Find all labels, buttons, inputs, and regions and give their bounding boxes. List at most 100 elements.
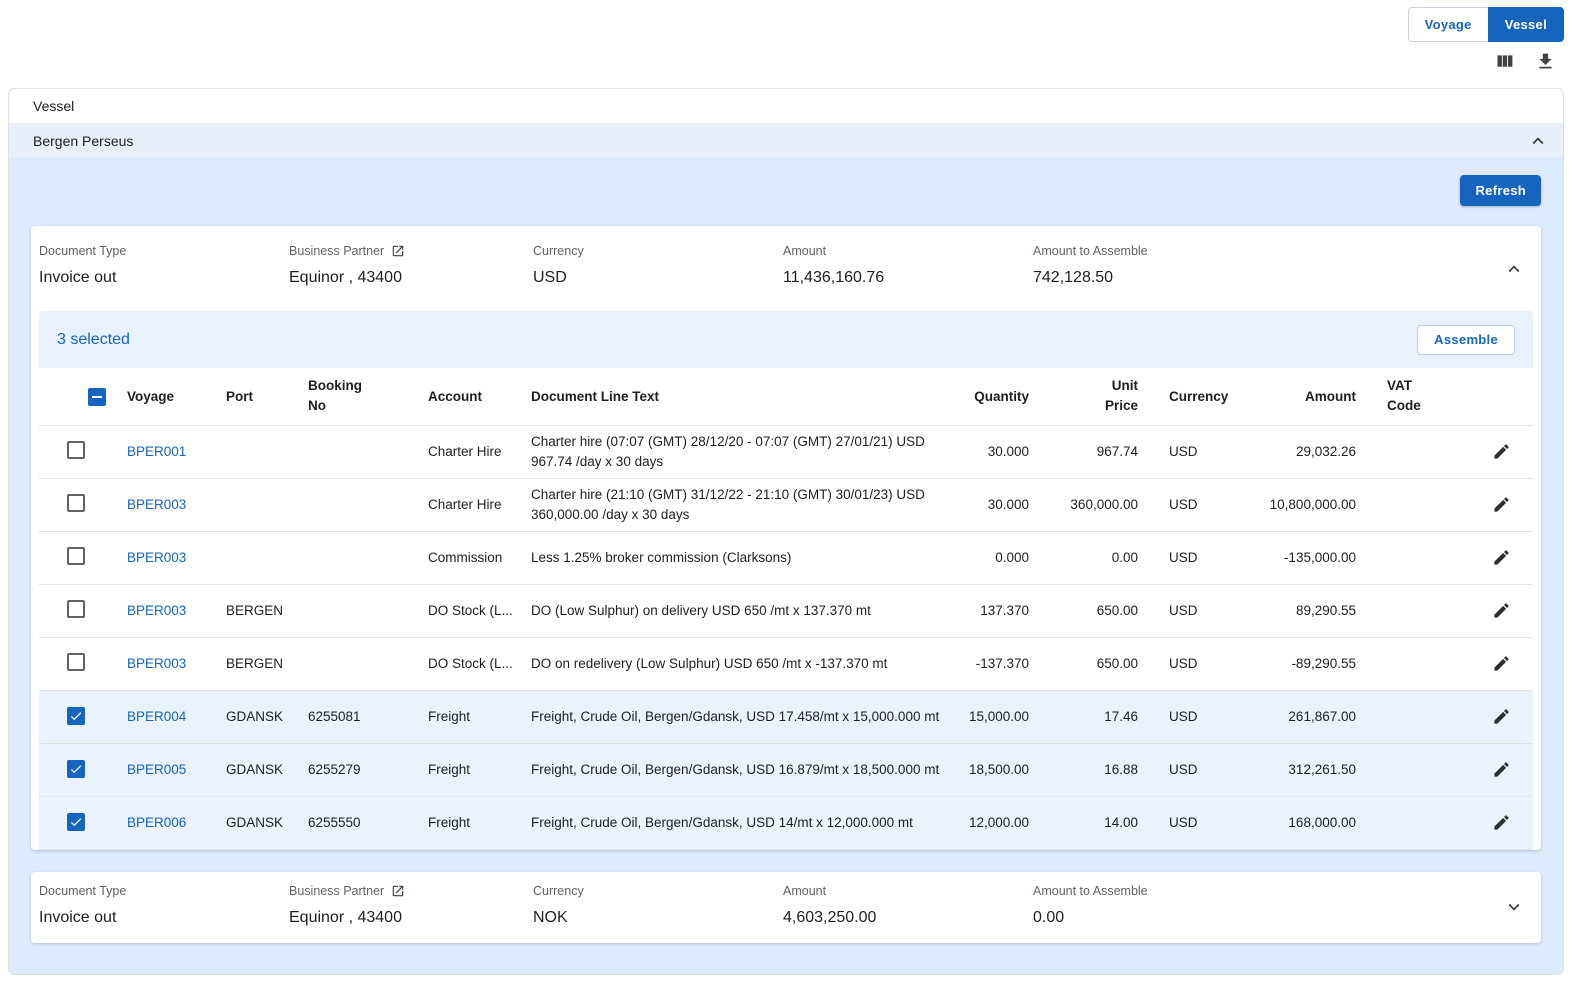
amount-to-assemble-value: 0.00 [1033,909,1533,927]
download-icon[interactable] [1535,51,1556,72]
voyage-link[interactable]: BPER003 [127,497,186,512]
port-cell [226,531,308,584]
vat-code-cell [1356,690,1467,743]
pencil-icon[interactable] [1486,754,1517,785]
document-type-label: Document Type [39,884,289,898]
amount-to-assemble-label: Amount to Assemble [1033,244,1533,258]
vessel-toggle-button[interactable]: Vessel [1488,7,1564,42]
row-checkbox[interactable] [67,441,85,459]
account-cell: Freight [428,796,531,849]
voyage-link[interactable]: BPER003 [127,656,186,671]
voyage-link[interactable]: BPER006 [127,815,186,830]
pencil-icon[interactable] [1486,489,1517,520]
selection-toolbar: 3 selected Assemble [39,311,1533,368]
quantity-cell: 12,000.000 [969,796,1029,849]
pencil-icon[interactable] [1486,436,1517,467]
port-cell: GDANSK [226,743,308,796]
voyage-link[interactable]: BPER003 [127,550,186,565]
account-cell: Freight [428,743,531,796]
chevron-down-icon[interactable] [1503,896,1525,918]
column-header-voyage: Voyage [127,368,226,425]
vessel-section-header[interactable]: Bergen Perseus [9,123,1563,157]
voyage-link[interactable]: BPER005 [127,762,186,777]
pencil-icon[interactable] [1486,807,1517,838]
vat-code-cell [1356,743,1467,796]
select-all-checkbox[interactable] [88,388,106,406]
document-type-label: Document Type [39,244,289,258]
currency-cell: USD [1138,425,1249,478]
chevron-up-icon[interactable] [1527,130,1549,152]
unit-price-cell: 650.00 [1029,637,1138,690]
row-checkbox[interactable] [67,600,85,618]
vat-code-cell [1356,478,1467,531]
open-in-new-icon[interactable] [391,244,405,258]
pencil-icon[interactable] [1486,648,1517,679]
group-summary: Document Type Invoice out Business Partn… [39,226,1533,311]
field-document-type: Document Type Invoice out [39,244,289,287]
page-title: Vessel [9,89,1563,123]
amount-cell: -135,000.00 [1249,531,1356,584]
amount-cell: 261,867.00 [1249,690,1356,743]
quantity-cell: 18,500.000 [969,743,1029,796]
line-items-block: 3 selected Assemble [39,311,1533,850]
column-header-quantity: Quantity [969,368,1029,425]
unit-price-cell: 14.00 [1029,796,1138,849]
voyage-link[interactable]: BPER004 [127,709,186,724]
booking-no-cell [308,531,428,584]
row-checkbox[interactable] [67,494,85,512]
table-row: BPER003BERGENDO Stock (L...DO (Low Sulph… [39,584,1533,637]
refresh-button[interactable]: Refresh [1460,175,1541,206]
column-header-port: Port [226,368,308,425]
currency-label: Currency [533,884,783,898]
currency-cell: USD [1138,584,1249,637]
table-actions [1494,51,1556,72]
amount-label: Amount [783,244,1033,258]
column-header-vat-code: VAT Code [1356,368,1467,425]
quantity-cell: 30.000 [969,478,1029,531]
unit-price-cell: 967.74 [1029,425,1138,478]
account-cell: Charter Hire [428,478,531,531]
row-checkbox[interactable] [67,707,85,725]
line-items-table: Voyage Port Booking No Account Document … [39,368,1533,850]
booking-no-cell: 6255279 [308,743,428,796]
voyage-toggle-button[interactable]: Voyage [1408,7,1488,42]
open-in-new-icon[interactable] [391,884,405,898]
document-group-card: Document Type Invoice out Business Partn… [31,226,1541,850]
view-toggle-group: Voyage Vessel [1408,7,1564,42]
field-business-partner: Business Partner Equinor , 43400 [289,884,533,927]
row-checkbox[interactable] [67,813,85,831]
row-checkbox[interactable] [67,653,85,671]
pencil-icon[interactable] [1486,542,1517,573]
amount-cell: 29,032.26 [1249,425,1356,478]
business-partner-value: Equinor , 43400 [289,269,533,287]
booking-no-cell [308,584,428,637]
currency-cell: USD [1138,690,1249,743]
quantity-cell: -137.370 [969,637,1029,690]
port-cell: GDANSK [226,690,308,743]
vat-code-cell [1356,531,1467,584]
view-columns-icon[interactable] [1494,51,1515,72]
column-header-currency: Currency [1138,368,1249,425]
currency-label: Currency [533,244,783,258]
table-row: BPER005GDANSK6255279FreightFreight, Crud… [39,743,1533,796]
pencil-icon[interactable] [1486,701,1517,732]
pencil-icon[interactable] [1486,595,1517,626]
column-header-account: Account [428,368,531,425]
unit-price-cell: 650.00 [1029,584,1138,637]
column-header-document-line-text: Document Line Text [531,368,969,425]
field-amount-to-assemble: Amount to Assemble 742,128.50 [1033,244,1533,287]
table-row: BPER003BERGENDO Stock (L...DO on redeliv… [39,637,1533,690]
field-business-partner: Business Partner Equinor , 43400 [289,244,533,287]
voyage-link[interactable]: BPER001 [127,444,186,459]
table-header-row: Voyage Port Booking No Account Document … [39,368,1533,425]
assemble-button[interactable]: Assemble [1417,325,1515,355]
row-checkbox[interactable] [67,547,85,565]
chevron-up-icon[interactable] [1503,258,1525,280]
vessel-section-body: Refresh Document Type Invoice out Busine… [9,157,1563,975]
quantity-cell: 30.000 [969,425,1029,478]
voyage-link[interactable]: BPER003 [127,603,186,618]
row-checkbox[interactable] [67,760,85,778]
group-summary: Document Type Invoice out Business Partn… [39,872,1533,943]
unit-price-cell: 17.46 [1029,690,1138,743]
document-line-text-cell: Charter hire (21:10 (GMT) 31/12/22 - 21:… [531,478,969,531]
